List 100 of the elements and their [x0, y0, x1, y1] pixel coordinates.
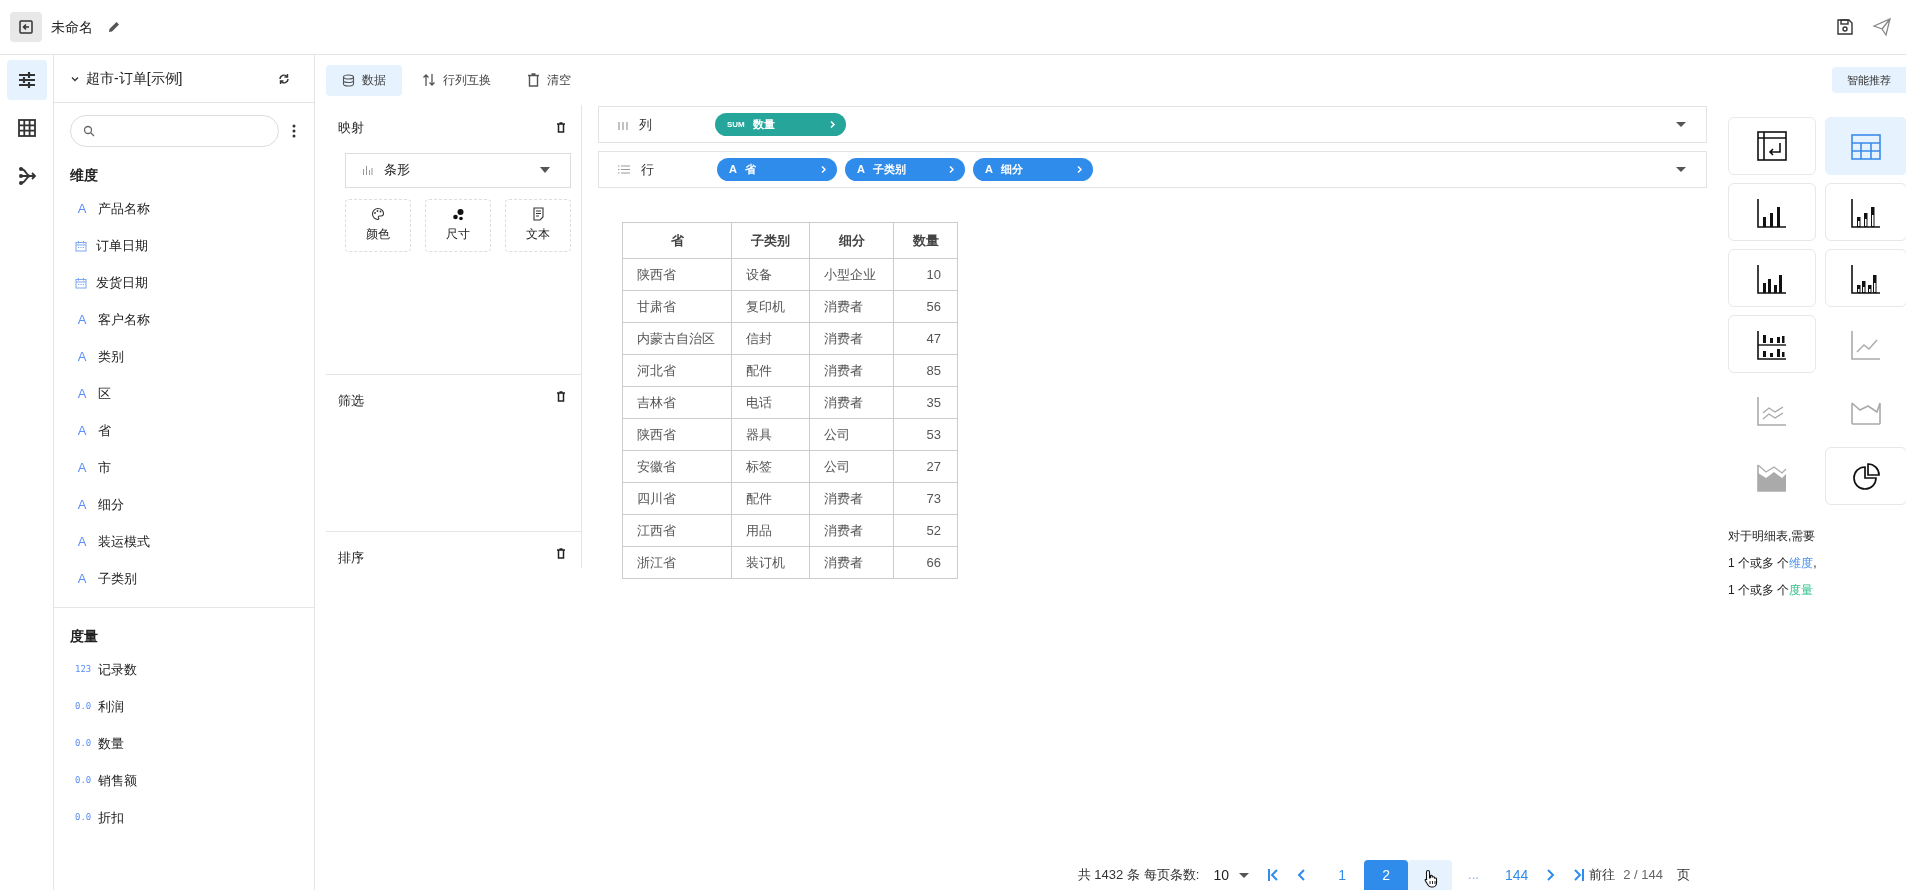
field-type-label: 0.0: [75, 810, 89, 824]
first-page-icon[interactable]: [1267, 868, 1280, 882]
table-cell: 56: [893, 290, 958, 323]
table-cell: 73: [893, 482, 958, 515]
field-item[interactable]: 数量: [98, 733, 124, 754]
field-type-label: 0.0: [75, 699, 89, 713]
chart-type-tile[interactable]: [1728, 183, 1816, 241]
table-cell: 电话: [731, 386, 810, 419]
table-cell: 安徽省: [622, 450, 732, 483]
field-item[interactable]: 折扣: [98, 807, 124, 828]
field-item[interactable]: 市: [98, 457, 111, 478]
chart-type-tile[interactable]: [1825, 117, 1906, 175]
last-page-icon[interactable]: [1573, 868, 1586, 882]
back-button[interactable]: [10, 12, 42, 42]
table-cell: 陕西省: [622, 258, 732, 291]
search-icon: [83, 125, 95, 137]
chevron-right-icon: [820, 165, 827, 174]
table-cell: 公司: [809, 418, 894, 451]
table-cell: 消费者: [809, 290, 894, 323]
next-page-icon[interactable]: [1546, 868, 1556, 882]
chart-type-tile[interactable]: [1825, 249, 1906, 307]
table-cell: 85: [893, 354, 958, 387]
table-cell: 27: [893, 450, 958, 483]
nav-button[interactable]: [6, 60, 47, 100]
exit-icon: [18, 19, 34, 35]
field-type-label: A: [76, 532, 88, 551]
table-cell: 53: [893, 418, 958, 451]
hint-text: 1 个或多 个度量: [1728, 582, 1815, 599]
previous-page-icon[interactable]: [1297, 868, 1307, 882]
encoding-slot[interactable]: 颜色: [345, 198, 411, 252]
section-title: 映射: [338, 119, 364, 137]
field-item[interactable]: 省: [98, 420, 111, 441]
shelf-label: 列: [639, 115, 653, 134]
field-item[interactable]: 子类别: [98, 568, 137, 589]
chart-type-tile[interactable]: [1728, 315, 1816, 373]
trash-icon[interactable]: [556, 391, 566, 402]
refresh-icon[interactable]: [278, 72, 290, 85]
caret-icon: [1239, 872, 1250, 878]
field-item[interactable]: 区: [98, 383, 111, 404]
field-item[interactable]: 产品名称: [98, 198, 150, 219]
toolbar-button[interactable]: 数据: [326, 64, 402, 96]
page-input[interactable]: 2 / 144: [1623, 865, 1663, 885]
field-item[interactable]: 发货日期: [96, 272, 148, 293]
table-cell: 公司: [809, 450, 894, 483]
table-cell: 吉林省: [622, 386, 732, 419]
smart-recommend-button[interactable]: 智能推荐: [1832, 67, 1906, 93]
page-button[interactable]: [1408, 860, 1453, 890]
table-cell: 复印机: [731, 290, 810, 323]
calendar-icon: [75, 239, 87, 252]
more-icon[interactable]: [292, 124, 296, 138]
chart-type-tile[interactable]: [1825, 183, 1906, 241]
field-type-label: A: [76, 495, 88, 514]
ellipsis: ...: [1468, 866, 1479, 885]
field-item[interactable]: 订单日期: [96, 235, 148, 256]
caret-icon: [1676, 122, 1686, 127]
table-cell: 消费者: [809, 514, 894, 547]
table-cell: 35: [893, 386, 958, 419]
pivot-table-icon: [1755, 129, 1789, 163]
save-icon[interactable]: [1836, 18, 1854, 36]
trash-icon[interactable]: [556, 548, 566, 559]
document-title: 未命名: [51, 17, 93, 37]
field-item[interactable]: 类别: [98, 346, 124, 367]
encoding-slot[interactable]: 文本: [505, 198, 571, 252]
chart-type-tile[interactable]: [1728, 249, 1816, 307]
field-item[interactable]: 细分: [98, 494, 124, 515]
calendar-icon: [75, 276, 87, 289]
field-type-label: A: [76, 384, 88, 403]
field-item[interactable]: 销售额: [98, 770, 137, 791]
section-title: 排序: [338, 549, 364, 567]
field-item[interactable]: 利润: [98, 696, 124, 717]
field-type-label: 0.0: [75, 773, 89, 787]
table-cell: 内蒙古自治区: [622, 322, 732, 355]
column-header: 细分: [809, 222, 894, 259]
section-title: 筛选: [338, 392, 364, 410]
send-icon[interactable]: [1872, 17, 1892, 37]
encoding-slot[interactable]: 尺寸: [425, 198, 491, 252]
table-cell: 装订机: [731, 546, 810, 579]
table-cell: 小型企业: [809, 258, 894, 291]
chart-type-dropdown[interactable]: 条形: [345, 152, 571, 188]
chart-type-tile[interactable]: [1728, 117, 1816, 175]
toolbar-button[interactable]: 行列互换: [406, 64, 507, 96]
field-type-label: A: [76, 569, 88, 588]
page-size-select[interactable]: 10: [1213, 864, 1250, 886]
chevron-right-icon: [829, 120, 836, 129]
table-cell: 47: [893, 322, 958, 355]
field-type-label: A: [76, 421, 88, 440]
field-type-label: A: [76, 347, 88, 366]
trash-icon[interactable]: [556, 122, 566, 134]
chart-type-tile[interactable]: [1825, 447, 1906, 505]
field-type-label: A: [76, 458, 88, 477]
toolbar-button[interactable]: 清空: [511, 64, 587, 96]
column-header: 数量: [893, 222, 958, 259]
field-item[interactable]: 记录数: [98, 659, 137, 680]
dataset-name: 超市-订单[示例]: [86, 69, 183, 88]
table-cell: 消费者: [809, 322, 894, 355]
field-item[interactable]: 装运模式: [98, 531, 150, 552]
pencil-icon[interactable]: [107, 20, 121, 34]
hint-text: 1 个或多 个维度,: [1728, 555, 1818, 572]
field-item[interactable]: 客户名称: [98, 309, 150, 330]
hand-cursor-icon: [1423, 869, 1440, 888]
